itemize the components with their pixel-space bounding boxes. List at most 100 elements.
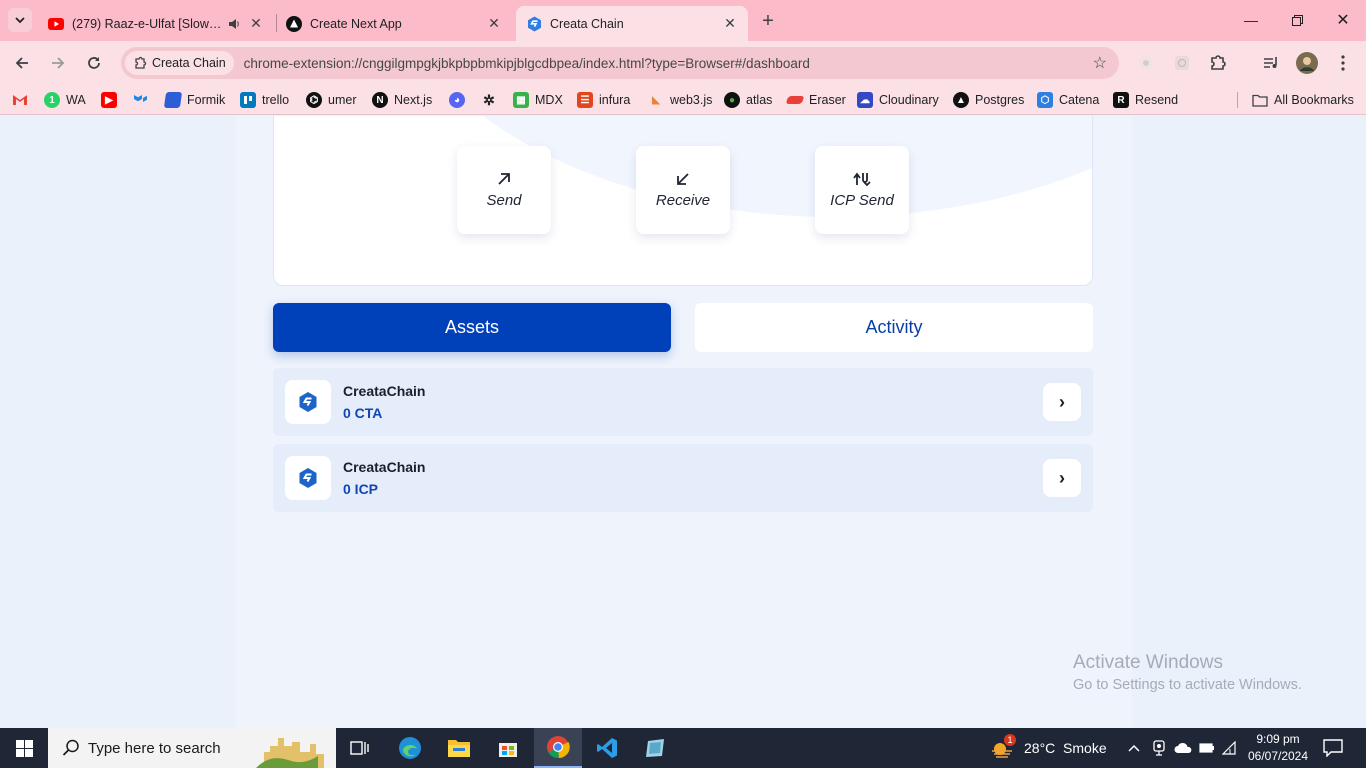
tab-youtube[interactable]: (279) Raaz-e-Ulfat [Slowed+ ✕ (38, 6, 274, 41)
taskbar-app[interactable] (632, 728, 680, 768)
reload-button[interactable] (81, 50, 107, 76)
icp-send-label: ICP Send (830, 191, 894, 209)
star-bookmark-icon[interactable]: ☆ (1093, 53, 1107, 73)
extensions-puzzle-icon[interactable] (1207, 52, 1229, 74)
send-label: Send (486, 191, 522, 209)
bookmark-nextjs[interactable]: N Next.js (372, 91, 432, 109)
bookmark-gmail[interactable] (12, 91, 34, 109)
nextjs-triangle-icon (286, 15, 302, 32)
taskbar-store[interactable] (484, 728, 532, 768)
bookmark-label: WA (66, 93, 86, 107)
bookmark-infura[interactable]: ☰ infura (577, 91, 630, 109)
show-hidden-icons-button[interactable] (1128, 728, 1140, 768)
close-tab-icon[interactable]: ✕ (248, 15, 264, 32)
taskbar-search-box[interactable]: Type here to search (48, 728, 336, 768)
chevron-right-icon[interactable]: › (1043, 459, 1081, 497)
bookmark-openai[interactable]: ✲ (481, 91, 503, 109)
bookmark-mui[interactable] (133, 91, 155, 109)
bookmark-postgres[interactable]: ▲ Postgres (953, 91, 1024, 109)
weather-badge: 1 (1004, 734, 1016, 746)
profile-avatar[interactable] (1296, 52, 1318, 74)
close-tab-icon[interactable]: ✕ (722, 15, 738, 32)
restore-button[interactable] (1274, 0, 1320, 40)
bookmark-trello[interactable]: trello (240, 91, 289, 109)
battery-icon[interactable] (1199, 728, 1215, 768)
taskbar-vscode[interactable] (583, 728, 631, 768)
chevron-up-icon (1128, 744, 1140, 752)
bookmark-label: Formik (187, 93, 226, 107)
system-clock[interactable]: 9:09 pm 06/07/2024 (1238, 731, 1318, 765)
bookmark-mdx[interactable]: ▦ MDX (513, 91, 563, 109)
close-tab-icon[interactable]: ✕ (486, 15, 502, 32)
bookmark-eraser[interactable]: Eraser (785, 91, 846, 109)
swap-arrows-icon (853, 172, 871, 190)
bookmark-wa[interactable]: 1 WA (44, 91, 86, 109)
onedrive-cloud-icon[interactable] (1174, 728, 1192, 768)
tab-search-button[interactable] (8, 8, 32, 32)
receive-label: Receive (655, 191, 711, 209)
new-tab-button[interactable]: + (757, 10, 779, 32)
icp-send-button[interactable]: ICP Send (815, 146, 909, 234)
address-bar[interactable]: Creata Chain chrome-extension://cnggilgm… (121, 47, 1119, 79)
bookmark-formik[interactable]: Formik (163, 91, 226, 109)
bookmark-label: trello (262, 93, 290, 107)
bookmark-label: MDX (535, 93, 563, 107)
network-icon[interactable] (1222, 728, 1236, 768)
tab-create-next-app[interactable]: Create Next App ✕ (276, 6, 512, 41)
bookmark-resend[interactable]: R Resend (1113, 91, 1178, 109)
notification-center-button[interactable] (1323, 728, 1343, 768)
bookmark-youtube[interactable]: ▶ (101, 91, 123, 109)
watermark-subtitle: Go to Settings to activate Windows. (1073, 677, 1302, 693)
speaker-icon[interactable] (226, 16, 242, 32)
asset-row-cta[interactable]: CreataChain 0 CTA › (273, 368, 1093, 436)
all-bookmarks-button[interactable]: All Bookmarks (1252, 91, 1354, 109)
arrow-up-right-icon (497, 172, 511, 190)
bookmark-label: atlas (746, 93, 773, 107)
tray-camera-icon[interactable] (1152, 728, 1166, 768)
whatsapp-icon: 1 (44, 92, 60, 108)
bookmark-web3js[interactable]: ◣ web3.js (648, 91, 712, 109)
weather-widget[interactable]: 1 28°C Smoke (990, 728, 1107, 768)
start-button[interactable] (0, 728, 48, 768)
more-menu-icon[interactable] (1332, 52, 1354, 74)
trello-icon (240, 92, 256, 108)
discord-icon: ◕ (449, 92, 465, 108)
tab-creata-chain[interactable]: Creata Chain ✕ (516, 6, 748, 41)
taskbar-edge[interactable] (386, 728, 434, 768)
asset-amount: 0 CTA (343, 405, 383, 421)
site-chip-label: Creata Chain (152, 56, 226, 70)
receive-button[interactable]: Receive (636, 146, 730, 234)
bookmark-atlas[interactable]: ● atlas (724, 91, 772, 109)
taskbar-chrome[interactable] (534, 728, 582, 768)
vscode-icon (597, 738, 617, 758)
bookmark-cloudinary[interactable]: ☁ Cloudinary (857, 91, 939, 109)
bookmark-umer[interactable]: ⌬ umer (306, 91, 356, 109)
back-button[interactable] (9, 50, 35, 76)
task-view-button[interactable] (336, 728, 384, 768)
bookmark-label: Catena (1059, 93, 1100, 107)
nextjs-icon: N (372, 92, 388, 108)
tab-activity[interactable]: Activity (695, 303, 1093, 352)
tab-assets[interactable]: Assets (273, 303, 671, 352)
bookmark-label: Next.js (394, 93, 433, 107)
media-control-icon[interactable] (1260, 52, 1282, 74)
folder-icon (1252, 92, 1268, 108)
url-text[interactable]: chrome-extension://cnggilgmpgkjbkpbpbmki… (244, 56, 810, 71)
forward-button[interactable] (45, 50, 71, 76)
extension-icon[interactable] (1135, 52, 1157, 74)
search-placeholder: Type here to search (88, 739, 221, 757)
taskbar-file-explorer[interactable] (435, 728, 483, 768)
arrow-down-left-icon (676, 172, 690, 190)
bookmark-discord[interactable]: ◕ (449, 91, 471, 109)
bookmark-label: infura (599, 93, 631, 107)
chevron-right-icon[interactable]: › (1043, 383, 1081, 421)
site-info-chip[interactable]: Creata Chain (125, 51, 234, 75)
send-button[interactable]: Send (457, 146, 551, 234)
bookmark-catena[interactable]: ⬡ Catena (1037, 91, 1099, 109)
extension-icon[interactable] (1171, 52, 1193, 74)
browser-tab-strip: (279) Raaz-e-Ulfat [Slowed+ ✕ Create Nex… (0, 0, 1366, 41)
asset-row-icp[interactable]: CreataChain 0 ICP › (273, 444, 1093, 512)
close-window-button[interactable]: ✕ (1320, 0, 1366, 40)
bookmark-label: Eraser (809, 93, 846, 107)
minimize-button[interactable]: — (1228, 0, 1274, 40)
